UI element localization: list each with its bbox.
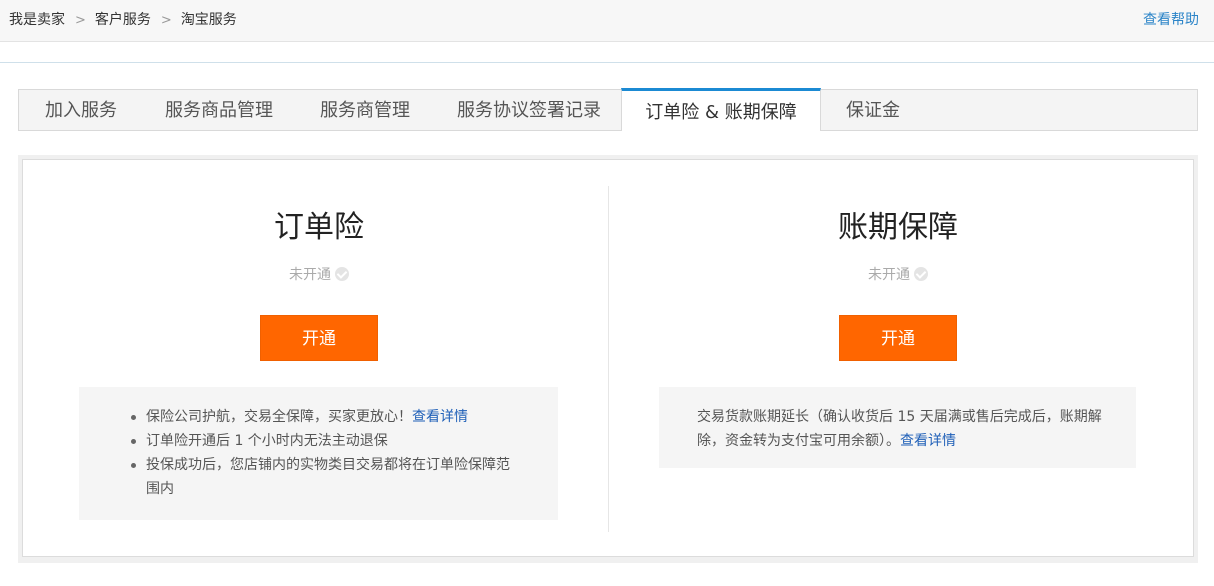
bullet-text: 保险公司护航，交易全保障，买家更放心！ (146, 409, 412, 425)
list-item: 订单险开通后 1 个小时内无法主动退保 (127, 429, 518, 453)
enable-payment-term-button[interactable]: 开通 (839, 315, 957, 361)
payment-term-desc: 交易货款账期延长（确认收货后 15 天届满或售后完成后，账期解除，资金转为支付宝… (659, 387, 1136, 453)
status-text: 未开通 (868, 267, 910, 283)
tab-deposit[interactable]: 保证金 (846, 90, 900, 130)
tab-order-insurance[interactable]: 订单险 & 账期保障 (621, 88, 821, 131)
check-circle-icon (914, 267, 928, 281)
order-insurance-info: 保险公司护航，交易全保障，买家更放心！查看详情 订单险开通后 1 个小时内无法主… (79, 387, 558, 520)
header-divider (0, 62, 1214, 63)
breadcrumb-separator: > (160, 13, 172, 28)
payment-term-status: 未开通 (798, 264, 998, 284)
tab-agreement-records[interactable]: 服务协议签署记录 (457, 90, 601, 130)
order-insurance-title: 订单险 (274, 210, 364, 245)
breadcrumb: 我是卖家 > 客户服务 > 淘宝服务 (9, 9, 237, 29)
column-divider (608, 186, 609, 532)
view-details-link[interactable]: 查看详情 (412, 409, 468, 425)
breadcrumb-item-customer-service[interactable]: 客户服务 (95, 9, 151, 29)
tab-service-product-management[interactable]: 服务商品管理 (165, 90, 273, 130)
help-link[interactable]: 查看帮助 (1143, 9, 1199, 29)
tab-provider-management[interactable]: 服务商管理 (320, 90, 410, 130)
breadcrumb-item-taobao-service: 淘宝服务 (180, 12, 237, 28)
status-text: 未开通 (289, 267, 331, 283)
view-details-link[interactable]: 查看详情 (900, 433, 956, 449)
breadcrumb-item-seller[interactable]: 我是卖家 (9, 9, 65, 29)
enable-order-insurance-button[interactable]: 开通 (260, 315, 378, 361)
list-item: 投保成功后，您店铺内的实物类目交易都将在订单险保障范围内 (127, 453, 518, 501)
breadcrumb-separator: > (75, 13, 86, 28)
order-insurance-status: 未开通 (219, 264, 419, 284)
tab-join-service[interactable]: 加入服务 (45, 90, 117, 130)
tab-bar: 加入服务 服务商品管理 服务商管理 服务协议签署记录 订单险 & 账期保障 保证… (18, 88, 1198, 131)
payment-term-title: 账期保障 (838, 210, 958, 245)
top-bar: 我是卖家 > 客户服务 > 淘宝服务 查看帮助 (0, 0, 1214, 42)
list-item: 保险公司护航，交易全保障，买家更放心！查看详情 (127, 405, 518, 429)
payment-term-info: 交易货款账期延长（确认收货后 15 天届满或售后完成后，账期解除，资金转为支付宝… (659, 387, 1136, 468)
check-circle-icon (335, 267, 349, 281)
